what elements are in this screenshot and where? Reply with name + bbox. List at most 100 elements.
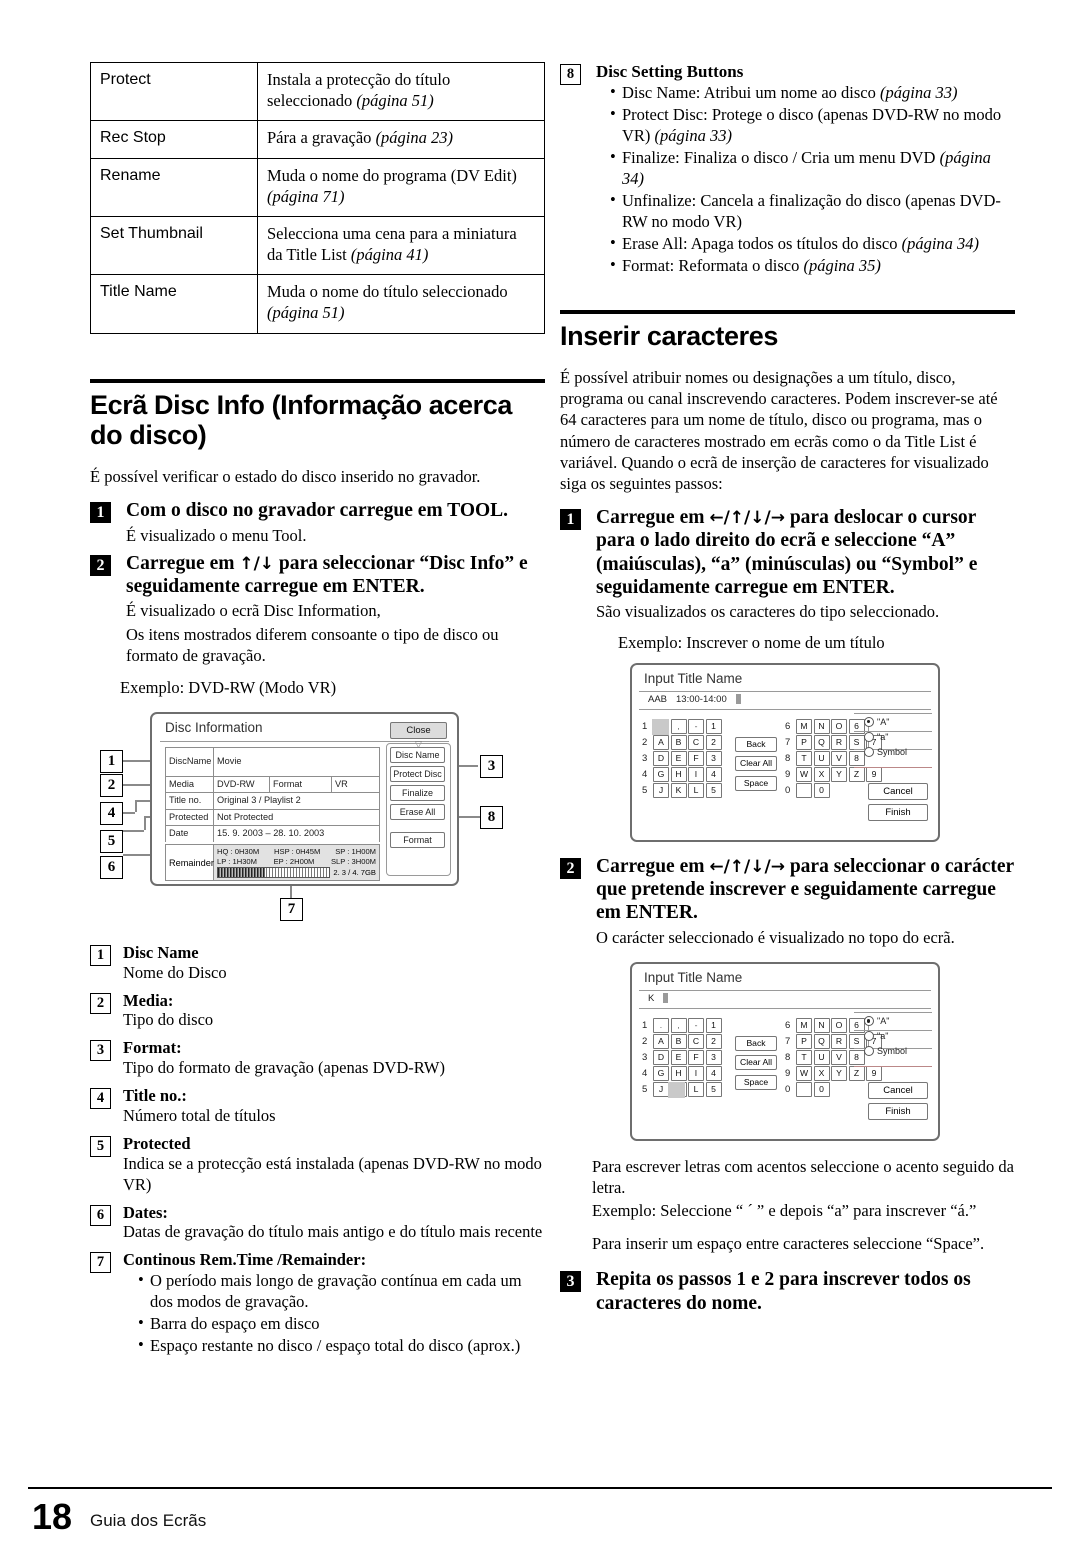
key-V[interactable]: V [831, 751, 847, 767]
key-blank[interactable] [796, 783, 812, 799]
key-A[interactable]: A [653, 735, 669, 751]
key-Q[interactable]: Q [813, 735, 830, 751]
option-lowercase[interactable]: "a" [864, 730, 930, 745]
key-L[interactable]: L [688, 783, 704, 799]
key-M[interactable]: M [796, 719, 812, 735]
key-period[interactable]: . [653, 719, 669, 735]
key-D[interactable]: D [653, 751, 669, 767]
key-8[interactable]: 8 [848, 751, 865, 767]
key-clear-all[interactable]: Clear All [735, 1055, 777, 1071]
key-2[interactable]: 2 [705, 735, 722, 751]
key-Y[interactable]: Y [831, 767, 847, 783]
cancel-button[interactable]: Cancel [868, 1081, 928, 1099]
option-symbol[interactable]: Symbol [864, 745, 930, 760]
key-C[interactable]: C [688, 1034, 704, 1050]
key-2[interactable]: 2 [705, 1034, 722, 1050]
key-comma[interactable]: , [670, 1018, 687, 1034]
key-P[interactable]: P [796, 735, 812, 751]
key-G[interactable]: G [653, 767, 669, 783]
key-Z[interactable]: Z [848, 767, 865, 783]
key-W[interactable]: W [796, 767, 812, 783]
key-J[interactable]: J [653, 1082, 669, 1098]
key-E[interactable]: E [670, 1050, 687, 1066]
key-F[interactable]: F [688, 1050, 704, 1066]
key-3[interactable]: 3 [705, 1050, 722, 1066]
key-1[interactable]: 1 [705, 1018, 722, 1034]
key-X[interactable]: X [813, 767, 830, 783]
key-Z[interactable]: Z [848, 1066, 865, 1082]
key-P[interactable]: P [796, 1034, 812, 1050]
key-F[interactable]: F [688, 751, 704, 767]
key-L[interactable]: L [688, 1082, 704, 1098]
key-9[interactable]: 9 [866, 767, 882, 783]
button-format[interactable]: Format [390, 831, 445, 848]
key-C[interactable]: C [688, 735, 704, 751]
key-back[interactable]: Back [735, 1035, 777, 1051]
key-B[interactable]: B [670, 735, 687, 751]
callout-6: 6 [100, 855, 123, 879]
key-T[interactable]: T [796, 751, 812, 767]
key-5[interactable]: 5 [705, 1082, 722, 1098]
close-button[interactable]: Close [390, 721, 447, 739]
key-blank[interactable] [796, 1082, 812, 1098]
finish-button[interactable]: Finish [868, 803, 928, 821]
key-E[interactable]: E [670, 751, 687, 767]
key-0[interactable]: 0 [813, 1082, 830, 1098]
key-J[interactable]: J [653, 783, 669, 799]
cell-key: Rename [90, 157, 258, 218]
key-0[interactable]: 0 [813, 783, 830, 799]
cancel-button[interactable]: Cancel [868, 782, 928, 800]
key-clear-all[interactable]: Clear All [735, 756, 777, 772]
key-6[interactable]: 6 [848, 1018, 865, 1034]
button-erase-all[interactable]: Erase All [390, 803, 445, 820]
key-K[interactable]: K [670, 783, 687, 799]
key-I[interactable]: I [688, 1066, 704, 1082]
key-T[interactable]: T [796, 1050, 812, 1066]
key-8[interactable]: 8 [848, 1050, 865, 1066]
key-O[interactable]: O [831, 719, 847, 735]
key-R[interactable]: R [831, 735, 847, 751]
key-I[interactable]: I [688, 767, 704, 783]
button-protect-disc[interactable]: Protect Disc [390, 765, 445, 782]
key-hyphen[interactable]: - [688, 719, 704, 735]
option-symbol[interactable]: Symbol [864, 1044, 930, 1059]
button-disc-name[interactable]: Disc Name [390, 746, 445, 763]
key-B[interactable]: B [670, 1034, 687, 1050]
key-5[interactable]: 5 [705, 783, 722, 799]
key-N[interactable]: N [813, 719, 830, 735]
key-Q[interactable]: Q [813, 1034, 830, 1050]
key-V[interactable]: V [831, 1050, 847, 1066]
key-space[interactable]: Space [735, 1074, 777, 1090]
key-R[interactable]: R [831, 1034, 847, 1050]
key-H[interactable]: H [670, 767, 687, 783]
key-D[interactable]: D [653, 1050, 669, 1066]
key-X[interactable]: X [813, 1066, 830, 1082]
key-A[interactable]: A [653, 1034, 669, 1050]
key-Y[interactable]: Y [831, 1066, 847, 1082]
key-4[interactable]: 4 [705, 1066, 722, 1082]
finish-button[interactable]: Finish [868, 1102, 928, 1120]
key-U[interactable]: U [813, 751, 830, 767]
key-9[interactable]: 9 [866, 1066, 882, 1082]
key-4[interactable]: 4 [705, 767, 722, 783]
key-back[interactable]: Back [735, 736, 777, 752]
key-W[interactable]: W [796, 1066, 812, 1082]
key-3[interactable]: 3 [705, 751, 722, 767]
key-period[interactable]: . [653, 1018, 669, 1034]
key-hyphen[interactable]: - [688, 1018, 704, 1034]
key-O[interactable]: O [831, 1018, 847, 1034]
key-U[interactable]: U [813, 1050, 830, 1066]
key-space[interactable]: Space [735, 775, 777, 791]
option-uppercase[interactable]: "A" [864, 1014, 930, 1029]
key-6[interactable]: 6 [848, 719, 865, 735]
key-comma[interactable]: , [670, 719, 687, 735]
key-H[interactable]: H [670, 1066, 687, 1082]
option-lowercase[interactable]: "a" [864, 1029, 930, 1044]
key-M[interactable]: M [796, 1018, 812, 1034]
button-finalize[interactable]: Finalize [390, 784, 445, 801]
key-K[interactable]: K [670, 1082, 687, 1098]
key-N[interactable]: N [813, 1018, 830, 1034]
key-G[interactable]: G [653, 1066, 669, 1082]
key-1[interactable]: 1 [705, 719, 722, 735]
option-uppercase[interactable]: "A" [864, 715, 930, 730]
